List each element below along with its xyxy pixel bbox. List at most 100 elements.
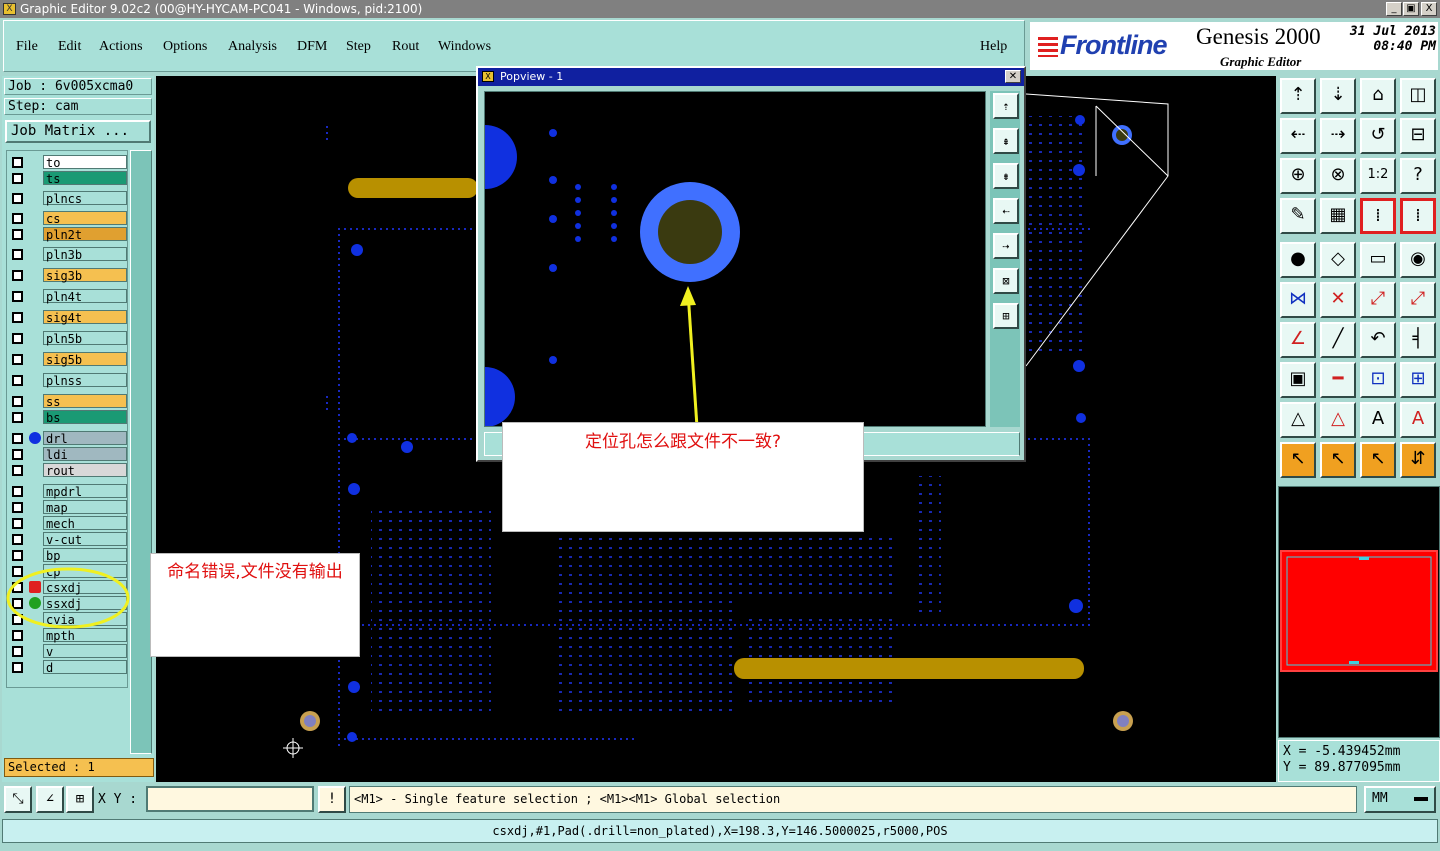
layer-name[interactable]: bs xyxy=(43,410,127,425)
maximize-button[interactable]: ▣ xyxy=(1403,2,1419,16)
layer-checkbox[interactable] xyxy=(12,534,23,545)
snap-alt-icon[interactable]: ⁞ xyxy=(1400,198,1436,234)
home-icon[interactable]: ⌂ xyxy=(1360,78,1396,114)
layer-row-v-cut[interactable]: v-cut xyxy=(9,532,127,547)
layer-name[interactable]: ldi xyxy=(43,447,127,462)
menu-analysis[interactable]: Analysis xyxy=(228,39,277,55)
layer-checkbox[interactable] xyxy=(12,486,23,497)
layer-checkbox[interactable] xyxy=(12,193,23,204)
layer-row-plnss[interactable]: plnss xyxy=(9,373,127,388)
layer-row-sig5b[interactable]: sig5b xyxy=(9,352,127,367)
menu-file[interactable]: File xyxy=(16,39,38,55)
help-icon[interactable]: ? xyxy=(1400,158,1436,194)
layer-checkbox[interactable] xyxy=(12,270,23,281)
layer-name[interactable]: d xyxy=(43,660,127,675)
layer-name[interactable]: cs xyxy=(43,211,127,226)
zoom-in-icon[interactable]: ⊕ xyxy=(1280,158,1316,194)
layer-row-drl[interactable]: drl xyxy=(9,431,127,446)
layer-name[interactable]: plnss xyxy=(43,373,127,388)
menu-windows[interactable]: Windows xyxy=(438,39,491,55)
minimize-button[interactable]: _ xyxy=(1386,2,1402,16)
pan-left-icon[interactable]: ⇠ xyxy=(1280,118,1316,154)
ruler-icon[interactable]: ▭ xyxy=(1360,242,1396,278)
layer-name[interactable]: to xyxy=(43,155,127,170)
triangle-red-icon[interactable]: △ xyxy=(1320,402,1356,438)
text-icon[interactable]: ╡ xyxy=(1400,322,1436,358)
layer-checkbox[interactable] xyxy=(12,662,23,673)
select-box-icon[interactable]: ↖ xyxy=(1360,442,1396,478)
layer-checkbox[interactable] xyxy=(12,433,23,444)
layer-checkbox[interactable] xyxy=(12,465,23,476)
zoom-center-icon[interactable]: ⊗ xyxy=(1320,158,1356,194)
pop-center-icon[interactable]: ⊞ xyxy=(993,303,1019,329)
layer-name[interactable]: pln4t xyxy=(43,289,127,304)
layer-checkbox[interactable] xyxy=(12,312,23,323)
a-red-icon[interactable]: A xyxy=(1400,402,1436,438)
layer-checkbox[interactable] xyxy=(12,249,23,260)
layer-name[interactable]: sig4t xyxy=(43,310,127,325)
select-icon[interactable]: ↖ xyxy=(1280,442,1316,478)
layer-row-ldi[interactable]: ldi xyxy=(9,447,127,462)
popview-titlebar[interactable]: X Popview - 1 ✕ xyxy=(478,68,1024,86)
step-icon[interactable]: ⊟ xyxy=(1400,118,1436,154)
pop-zoom-up-icon[interactable]: ⇞ xyxy=(993,128,1019,154)
units-select[interactable]: MM xyxy=(1364,786,1436,813)
layer-checkbox[interactable] xyxy=(12,375,23,386)
a-icon[interactable]: A xyxy=(1360,402,1396,438)
layer-checkbox[interactable] xyxy=(12,213,23,224)
layer-scrollbar[interactable] xyxy=(130,150,152,754)
layer-name[interactable]: map xyxy=(43,500,127,515)
line-red-icon[interactable]: ━ xyxy=(1320,362,1356,398)
link-alt-icon[interactable]: ⤢ xyxy=(1400,282,1436,318)
layer-row-mech[interactable]: mech xyxy=(9,516,127,531)
layer-checkbox[interactable] xyxy=(12,502,23,513)
layer-row-ts[interactable]: ts xyxy=(9,171,127,186)
layer-name[interactable]: sig3b xyxy=(43,268,127,283)
layer-row-sig4t[interactable]: sig4t xyxy=(9,310,127,325)
angle-icon[interactable]: ∠ xyxy=(1280,322,1316,358)
layer-name[interactable]: pln3b xyxy=(43,247,127,262)
pop-pan-left-icon[interactable]: ⇠ xyxy=(993,198,1019,224)
layer-row-pln5b[interactable]: pln5b xyxy=(9,331,127,346)
pop-fit-icon[interactable]: ⊠ xyxy=(993,268,1019,294)
layer-name[interactable]: ss xyxy=(43,394,127,409)
layer-row-to[interactable]: to xyxy=(9,155,127,170)
select-alt-icon[interactable]: ↖ xyxy=(1320,442,1356,478)
layer-name[interactable]: v-cut xyxy=(43,532,127,547)
pan-right-icon[interactable]: ⇢ xyxy=(1320,118,1356,154)
layer-name[interactable]: sig5b xyxy=(43,352,127,367)
layer-checkbox[interactable] xyxy=(12,396,23,407)
arc-icon[interactable]: ↶ xyxy=(1360,322,1396,358)
popview-canvas[interactable] xyxy=(484,91,986,427)
job-matrix-button[interactable]: Job Matrix ... xyxy=(5,120,151,143)
menu-actions[interactable]: Actions xyxy=(99,39,143,55)
net-icon[interactable]: ⋈ xyxy=(1280,282,1316,318)
prompt-alert-icon[interactable]: ! xyxy=(318,786,346,813)
one-to-one-icon[interactable]: 1:2 xyxy=(1360,158,1396,194)
layer-row-pln2t[interactable]: pln2t xyxy=(9,227,127,242)
layer-checkbox[interactable] xyxy=(12,354,23,365)
snap-icon[interactable]: ⁞ xyxy=(1360,198,1396,234)
layer-name[interactable]: pln2t xyxy=(43,227,127,242)
layer-checkbox[interactable] xyxy=(12,173,23,184)
layer-checkbox[interactable] xyxy=(12,229,23,240)
multi-icon[interactable]: ⊞ xyxy=(1400,362,1436,398)
layer-checkbox[interactable] xyxy=(12,333,23,344)
overview-panel[interactable] xyxy=(1278,486,1440,738)
grid-mode-icon[interactable]: ⊞ xyxy=(66,786,94,813)
layer-row-pln4t[interactable]: pln4t xyxy=(9,289,127,304)
slash-icon[interactable]: ╱ xyxy=(1320,322,1356,358)
layer-checkbox[interactable] xyxy=(12,646,23,657)
pad-icon[interactable]: ● xyxy=(1280,242,1316,278)
menu-help[interactable]: Help xyxy=(980,39,1007,55)
layer-name[interactable]: mpdrl xyxy=(43,484,127,499)
layer-row-mpdrl[interactable]: mpdrl xyxy=(9,484,127,499)
layer-name[interactable]: mech xyxy=(43,516,127,531)
layer-name[interactable]: plncs xyxy=(43,191,127,206)
layer-name[interactable]: v xyxy=(43,644,127,659)
menu-rout[interactable]: Rout xyxy=(392,39,419,55)
layer-checkbox[interactable] xyxy=(12,291,23,302)
xy-input[interactable] xyxy=(146,786,314,812)
menu-dfm[interactable]: DFM xyxy=(297,39,327,55)
layer-row-rout[interactable]: rout xyxy=(9,463,127,478)
